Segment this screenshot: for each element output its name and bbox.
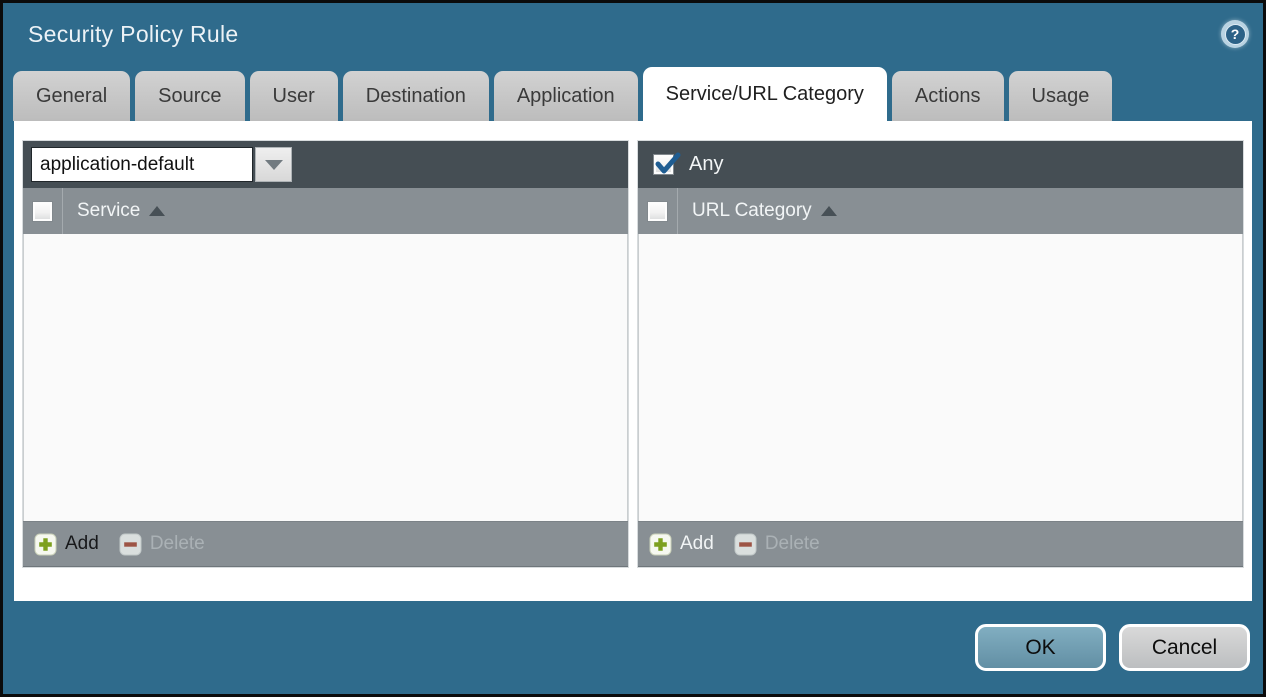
delete-minus-icon	[734, 533, 757, 556]
tab-application[interactable]: Application	[494, 71, 638, 121]
screen-frame: Security Policy Rule ? General Source Us…	[0, 0, 1266, 697]
checkmark-icon	[653, 148, 683, 178]
service-add-button[interactable]: Add	[34, 533, 99, 556]
service-footer-bar: Add Delete	[23, 521, 628, 567]
tab-destination[interactable]: Destination	[343, 71, 489, 121]
chevron-down-icon	[265, 160, 283, 170]
service-select-all-cell	[23, 188, 63, 234]
service-type-dropdown	[31, 147, 292, 182]
tab-source[interactable]: Source	[135, 71, 244, 121]
help-button[interactable]: ?	[1221, 20, 1249, 48]
ok-button[interactable]: OK	[975, 624, 1106, 671]
title-bar: Security Policy Rule ?	[3, 3, 1263, 65]
url-select-all-cell	[638, 188, 678, 234]
delete-minus-icon	[119, 533, 142, 556]
url-category-column-header: URL Category	[638, 188, 1243, 234]
add-plus-icon	[649, 533, 672, 556]
service-add-label: Add	[65, 533, 99, 555]
tab-actions[interactable]: Actions	[892, 71, 1004, 121]
url-category-footer-bar: Add Delete	[638, 521, 1243, 567]
add-plus-icon	[34, 533, 57, 556]
tab-strip: General Source User Destination Applicat…	[3, 65, 1263, 121]
tab-content-area: Service Add	[14, 121, 1252, 601]
url-category-add-label: Add	[680, 533, 714, 555]
service-type-input[interactable]	[31, 147, 253, 182]
service-type-dropdown-button[interactable]	[255, 147, 292, 182]
service-list-empty[interactable]	[23, 234, 628, 521]
dialog-action-bar: OK Cancel	[3, 601, 1263, 694]
sort-ascending-icon[interactable]	[821, 206, 837, 216]
url-category-column-title[interactable]: URL Category	[692, 200, 812, 222]
sort-ascending-icon[interactable]	[149, 206, 165, 216]
help-question-icon: ?	[1225, 24, 1246, 45]
service-column-title[interactable]: Service	[77, 200, 140, 222]
url-any-bar: Any	[638, 141, 1243, 188]
tab-general[interactable]: General	[13, 71, 130, 121]
service-select-all-checkbox[interactable]	[32, 201, 53, 222]
cancel-button[interactable]: Cancel	[1119, 624, 1250, 671]
service-panel: Service Add	[22, 140, 629, 568]
tab-user[interactable]: User	[250, 71, 338, 121]
service-type-bar	[23, 141, 628, 188]
url-category-list-empty[interactable]	[638, 234, 1243, 521]
url-category-delete-label: Delete	[765, 533, 820, 555]
url-any-checkbox[interactable]	[653, 154, 674, 175]
service-column-header: Service	[23, 188, 628, 234]
tab-usage[interactable]: Usage	[1009, 71, 1113, 121]
dialog-title: Security Policy Rule	[28, 21, 239, 48]
url-category-panel: Any URL Category Add	[637, 140, 1244, 568]
url-category-delete-button[interactable]: Delete	[734, 533, 820, 556]
security-policy-rule-dialog: Security Policy Rule ? General Source Us…	[3, 3, 1263, 694]
url-category-add-button[interactable]: Add	[649, 533, 714, 556]
service-delete-label: Delete	[150, 533, 205, 555]
url-select-all-checkbox[interactable]	[647, 201, 668, 222]
service-delete-button[interactable]: Delete	[119, 533, 205, 556]
url-any-label: Any	[689, 153, 723, 176]
tab-service-url-category[interactable]: Service/URL Category	[643, 67, 887, 121]
